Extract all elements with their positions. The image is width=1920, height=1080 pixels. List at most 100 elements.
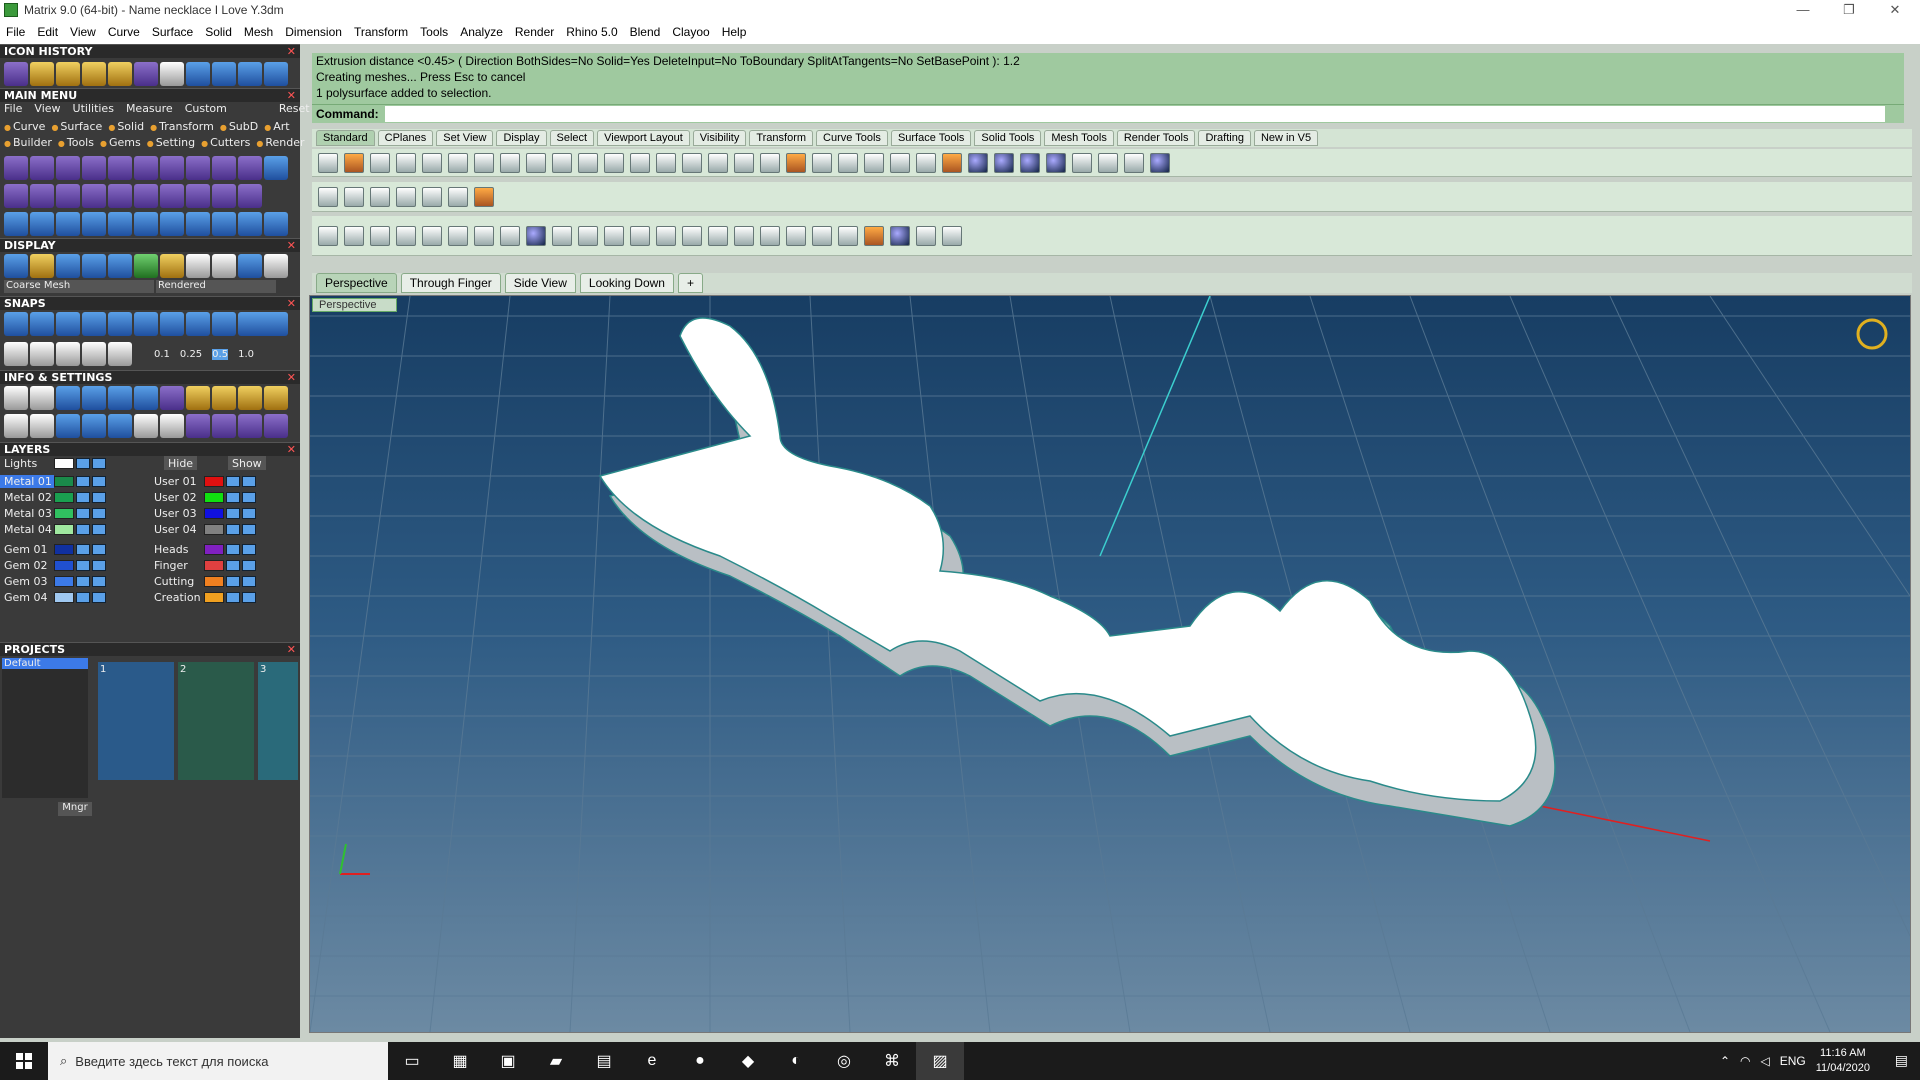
tab-perspective[interactable]: Perspective	[316, 273, 397, 293]
menu-rhino5[interactable]: Rhino 5.0	[566, 25, 617, 39]
dot-icon[interactable]	[890, 225, 910, 246]
layer-color-swatch[interactable]	[54, 457, 74, 469]
menu-tools[interactable]: Tools	[420, 25, 448, 39]
lock-icon[interactable]	[916, 152, 936, 173]
layer-toggle[interactable]	[92, 457, 106, 469]
cat-curve[interactable]: Curve	[4, 120, 45, 133]
dimension-icon[interactable]	[422, 186, 442, 207]
project-thumbnail-3[interactable]: 3	[258, 662, 298, 780]
arrow-right-icon[interactable]	[264, 62, 288, 86]
circle-icon[interactable]	[264, 212, 288, 236]
ring-icon[interactable]	[1856, 318, 1888, 350]
layer-color-swatch[interactable]	[204, 523, 224, 535]
zoom-window-icon[interactable]	[656, 152, 676, 173]
hatch-icon[interactable]	[708, 225, 728, 246]
dimension-icon[interactable]	[318, 186, 338, 207]
project-default[interactable]: Default	[2, 658, 88, 669]
layer-toggle[interactable]	[76, 523, 90, 535]
tool-icon[interactable]	[30, 184, 54, 208]
cat-render[interactable]: Render	[256, 136, 304, 149]
layer-toggle[interactable]	[242, 591, 256, 603]
love-you-model[interactable]	[598, 317, 1556, 827]
save-icon[interactable]	[370, 152, 390, 173]
cut-icon[interactable]	[474, 152, 494, 173]
display-mode-select[interactable]: Coarse Mesh	[4, 280, 154, 293]
zoom-extents-icon[interactable]	[682, 152, 702, 173]
snap-icon[interactable]	[4, 312, 28, 336]
tool-icon[interactable]	[134, 184, 158, 208]
leader-icon[interactable]	[916, 225, 936, 246]
snap-icon[interactable]	[82, 312, 106, 336]
close-icon[interactable]: ✕	[287, 643, 296, 657]
dimension-icon[interactable]	[370, 186, 390, 207]
pan-icon[interactable]	[578, 152, 598, 173]
show-button[interactable]: Show	[228, 456, 266, 470]
snap-icon[interactable]	[160, 312, 184, 336]
ortho-icon[interactable]	[238, 312, 288, 336]
layer-toggle[interactable]	[226, 475, 240, 487]
dimension-icon[interactable]	[370, 225, 390, 246]
menu-clayoo[interactable]: Clayoo	[672, 25, 709, 39]
tab-set-view[interactable]: Set View	[436, 130, 494, 146]
mm-custom[interactable]: Custom	[185, 102, 227, 115]
grid-icon[interactable]	[108, 342, 132, 366]
info-icon[interactable]	[134, 386, 158, 410]
layer-row[interactable]: User 02	[150, 490, 258, 504]
layer-toggle[interactable]	[76, 457, 90, 469]
layer-lights[interactable]: Lights	[0, 456, 108, 470]
leader-icon[interactable]	[942, 225, 962, 246]
layer-toggle[interactable]	[226, 543, 240, 555]
tab-visibility[interactable]: Visibility	[692, 130, 747, 146]
material-icon[interactable]	[186, 254, 210, 278]
new-file-icon[interactable]	[160, 62, 184, 86]
snap-value-0-1[interactable]: 0.1	[154, 349, 170, 360]
tool-icon[interactable]	[4, 184, 28, 208]
layer-toggle[interactable]	[92, 559, 106, 571]
monitor-icon[interactable]: ▣	[484, 1042, 532, 1080]
display-icon[interactable]	[30, 254, 54, 278]
layer-row[interactable]: Metal 01	[0, 474, 108, 488]
hide-button[interactable]: Hide	[164, 456, 198, 470]
close-icon[interactable]: ✕	[287, 89, 296, 103]
dimension-icon[interactable]	[396, 225, 416, 246]
info-icon[interactable]	[134, 414, 158, 438]
cat-builder[interactable]: Builder	[4, 136, 52, 149]
layer-toggle[interactable]	[226, 523, 240, 535]
taskbar-search[interactable]: ⌕ Введите здесь текст для поиска	[48, 1042, 388, 1080]
render-icon[interactable]	[1046, 152, 1066, 173]
menu-mesh[interactable]: Mesh	[244, 25, 273, 39]
tab-looking-down[interactable]: Looking Down	[579, 273, 674, 293]
info-icon[interactable]	[56, 386, 80, 410]
render-mode-select[interactable]: Rendered	[156, 280, 276, 293]
paste-icon[interactable]	[526, 152, 546, 173]
open-icon[interactable]	[344, 152, 364, 173]
curve-icon[interactable]	[30, 62, 54, 86]
tab-standard[interactable]: Standard	[316, 130, 375, 146]
app-icon[interactable]: ◎	[820, 1042, 868, 1080]
grid-icon[interactable]	[82, 342, 106, 366]
info-icon[interactable]	[212, 386, 236, 410]
layer-toggle[interactable]	[226, 507, 240, 519]
tool-icon[interactable]	[160, 184, 184, 208]
tab-new-in-v5[interactable]: New in V5	[1253, 130, 1319, 146]
grid-icon[interactable]	[4, 414, 28, 438]
menu-file[interactable]: File	[6, 25, 25, 39]
mm-utilities[interactable]: Utilities	[73, 102, 114, 115]
import-icon[interactable]	[448, 152, 468, 173]
layer-toggle[interactable]	[76, 575, 90, 587]
info-icon[interactable]	[264, 414, 288, 438]
curve-icon[interactable]	[82, 62, 106, 86]
gem-icon[interactable]	[186, 62, 210, 86]
tool-icon[interactable]	[56, 184, 80, 208]
tool-icon[interactable]	[82, 212, 106, 236]
menu-transform[interactable]: Transform	[354, 25, 408, 39]
tool-icon[interactable]	[238, 184, 262, 208]
shaded-icon[interactable]	[56, 254, 80, 278]
layer-color-swatch[interactable]	[204, 543, 224, 555]
info-icon[interactable]	[186, 414, 210, 438]
undo-icon[interactable]	[552, 152, 572, 173]
target-icon[interactable]	[474, 186, 494, 207]
leader-icon[interactable]	[682, 225, 702, 246]
grid-icon[interactable]	[30, 342, 54, 366]
cat-gems[interactable]: Gems	[100, 136, 141, 149]
